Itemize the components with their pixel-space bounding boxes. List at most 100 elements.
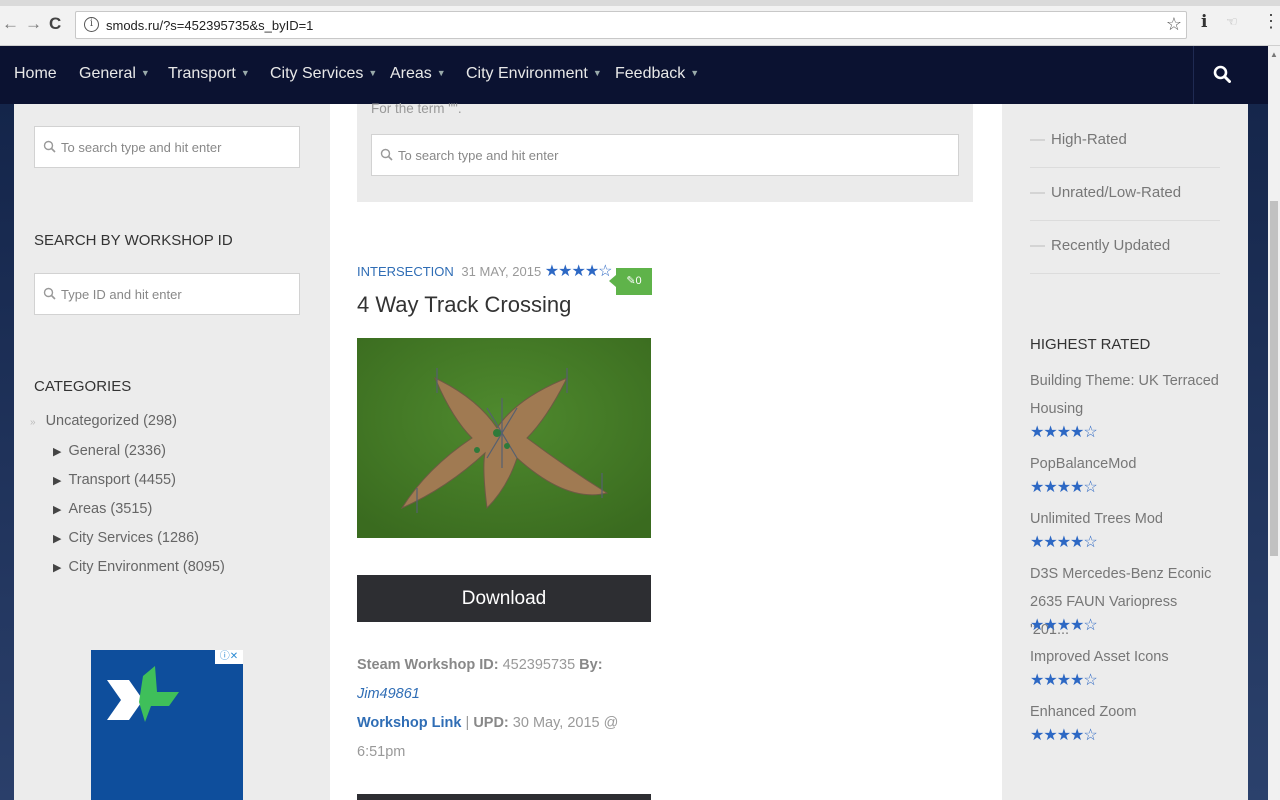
nav-transport[interactable]: Transport ▼ [168,65,250,83]
tab-strip [0,0,1280,6]
site-info-icon[interactable]: i [84,17,99,32]
post-thumbnail-image[interactable] [357,338,651,538]
highest-rated-item[interactable]: Building Theme: UK Terraced Housing [1030,367,1220,423]
highest-rated-item[interactable]: PopBalanceMod [1030,450,1220,478]
post-info: Steam Workshop ID: 452395735 By: Jim4986… [357,651,651,767]
highest-rated-title: HIGHEST RATED [1030,336,1151,353]
xl-logo-icon [107,666,179,722]
category-city-services[interactable]: ▶ City Services (1286) [53,530,199,546]
expand-triangle-icon[interactable]: ▶ [53,474,61,487]
dash-icon: — [1030,131,1045,148]
search-icon [380,148,393,161]
sidebar-search-input[interactable]: To search type and hit enter [34,126,300,168]
scrollbar-thumb[interactable] [1270,201,1278,556]
background-edge-right [1248,104,1268,800]
url-text[interactable]: smods.ru/?s=452395735&s_byID=1 [106,18,313,33]
advertisement-banner[interactable]: ⓘ✕ [91,650,243,800]
nav-search-button[interactable] [1193,46,1249,104]
search-term-text: For the term "". [371,101,462,116]
nav-general[interactable]: General ▼ [79,65,150,83]
main-content: For the term "". To search type and hit … [330,101,1002,800]
dash-icon: — [1030,184,1045,201]
workshop-id-placeholder: Type ID and hit enter [61,287,182,302]
chevron-down-icon: ▼ [690,68,700,78]
nav-city-environment[interactable]: City Environment ▼ [466,65,602,83]
nav-home[interactable]: Home [14,65,57,83]
expand-triangle-icon[interactable]: ▶ [53,445,61,458]
rating-stars: ★★★★☆ [1030,672,1098,689]
expand-triangle-icon[interactable]: ▶ [53,561,61,574]
post-rating-stars: ★★★★☆ [544,263,613,280]
back-icon[interactable]: ← [2,14,19,34]
chevron-down-icon: ▼ [592,68,602,78]
divider [1030,273,1220,274]
highest-rated-item[interactable]: Enhanced Zoom [1030,698,1220,726]
workshop-search-title: SEARCH BY WORKSHOP ID [34,232,233,249]
workshop-id-input[interactable]: Type ID and hit enter [34,273,300,315]
search-icon [43,140,56,153]
rating-stars: ★★★★☆ [1030,424,1098,441]
link-unrated[interactable]: — Unrated/Low-Rated [1030,184,1181,201]
link-recently-updated[interactable]: — Recently Updated [1030,237,1170,254]
expand-triangle-icon[interactable]: ▶ [53,532,61,545]
address-bar[interactable]: i smods.ru/?s=452395735&s_byID=1 ☆ [75,11,1187,39]
browser-menu-icon[interactable]: ⋮ [1262,11,1280,32]
rating-stars: ★★★★☆ [1030,617,1098,634]
extension-icon[interactable]: i [1201,12,1207,32]
bullet-icon: » [30,417,36,428]
divider [1030,220,1220,221]
comment-count-badge[interactable]: ✎0 [609,268,652,295]
reload-icon[interactable]: C [49,14,61,34]
workshop-id-value: 452395735 [502,657,576,673]
left-sidebar: To search type and hit enter SEARCH BY W… [14,104,330,800]
browser-toolbar: ← → C i smods.ru/?s=452395735&s_byID=1 ☆… [0,0,1280,46]
scroll-up-icon[interactable]: ▲ [1270,50,1278,59]
bookmark-star-icon[interactable]: ☆ [1166,14,1182,35]
comment-icon: ✎ [626,275,636,287]
post-category-link[interactable]: INTERSECTION [357,264,454,279]
category-transport[interactable]: ▶ Transport (4455) [53,472,176,488]
by-label: By: [579,657,603,673]
expand-triangle-icon[interactable]: ▶ [53,503,61,516]
author-link[interactable]: Jim49861 [357,686,420,702]
extension-icon-2[interactable]: ☜ [1226,14,1238,30]
search-icon [1213,65,1231,83]
nav-areas[interactable]: Areas ▼ [390,65,446,83]
divider [1030,167,1220,168]
main-search-input[interactable]: To search type and hit enter [371,134,959,176]
workshop-id-label: Steam Workshop ID: [357,657,499,673]
link-high-rated[interactable]: — High-Rated [1030,131,1127,148]
rating-stars: ★★★★☆ [1030,534,1098,551]
upd-label: UPD: [473,715,509,731]
category-uncategorized[interactable]: » Uncategorized (298) [30,413,177,429]
post-title[interactable]: 4 Way Track Crossing [357,292,571,318]
highest-rated-item[interactable]: Improved Asset Icons [1030,643,1220,671]
category-areas[interactable]: ▶ Areas (3515) [53,501,152,517]
ad-choices-icon[interactable]: ⓘ✕ [215,650,243,664]
background-edge-left [0,104,14,800]
chevron-down-icon: ▼ [140,68,150,78]
site-navigation: Home General ▼ Transport ▼ City Services ▼ … [0,46,1268,104]
nav-feedback[interactable]: Feedback ▼ [615,65,699,83]
post-date: 31 MAY, 2015 [461,264,542,279]
separator: | [465,715,470,731]
search-icon [43,287,56,300]
nav-city-services[interactable]: City Services ▼ [270,65,377,83]
download-button[interactable]: Download [357,575,651,622]
chevron-down-icon: ▼ [368,68,378,78]
highest-rated-item[interactable]: Unlimited Trees Mod [1030,505,1220,533]
chevron-down-icon: ▼ [436,68,446,78]
page-scrollbar[interactable]: ▲ [1268,46,1280,800]
category-city-environment[interactable]: ▶ City Environment (8095) [53,559,225,575]
second-button-partial[interactable] [357,794,651,800]
post-meta: INTERSECTION 31 MAY, 2015 ★★★★☆ [357,261,613,281]
categories-title: CATEGORIES [34,378,132,395]
right-sidebar: — High-Rated — Unrated/Low-Rated — Recently… [1002,104,1248,800]
rating-stars: ★★★★☆ [1030,479,1098,496]
chevron-down-icon: ▼ [240,68,250,78]
search-placeholder: To search type and hit enter [61,140,222,155]
category-general[interactable]: ▶ General (2336) [53,443,166,459]
forward-icon[interactable]: → [25,14,42,34]
rating-stars: ★★★★☆ [1030,727,1098,744]
workshop-link[interactable]: Workshop Link [357,715,461,731]
